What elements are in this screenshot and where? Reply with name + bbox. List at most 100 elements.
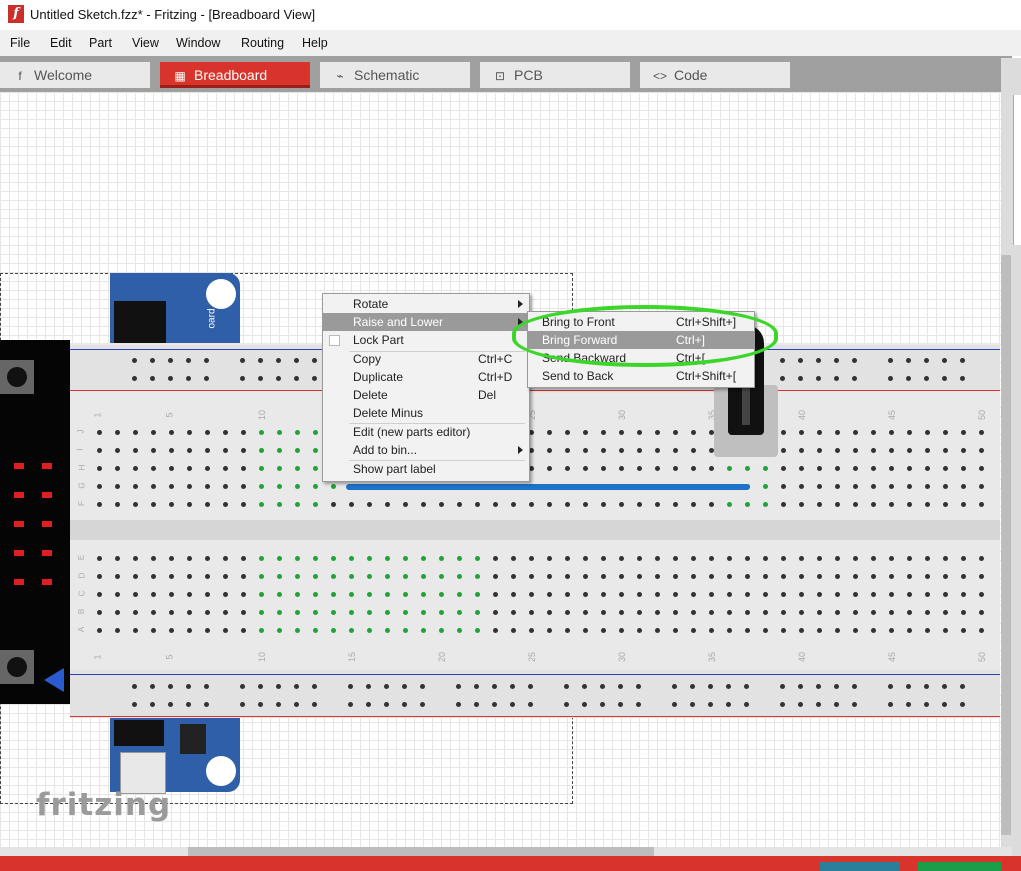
breadboard-hole bbox=[709, 502, 714, 507]
breadboard-hole bbox=[943, 628, 948, 633]
breadboard-hole bbox=[745, 556, 750, 561]
menu-rotate[interactable]: Rotate bbox=[323, 295, 529, 313]
breadboard-hole bbox=[277, 556, 282, 561]
menu-copy[interactable]: Copy Ctrl+C bbox=[323, 350, 529, 368]
breadboard-hole bbox=[798, 358, 803, 363]
breadboard-hole bbox=[151, 556, 156, 561]
menu-duplicate[interactable]: Duplicate Ctrl+D bbox=[323, 368, 529, 386]
breadboard-hole bbox=[186, 684, 191, 689]
breadboard-hole bbox=[204, 358, 209, 363]
breadboard-hole bbox=[943, 574, 948, 579]
menu-copy-label: Copy bbox=[353, 352, 382, 366]
row-letter-label: J bbox=[76, 429, 86, 434]
row-letter-label: F bbox=[76, 501, 86, 506]
breadboard-hole bbox=[564, 684, 569, 689]
breadboard-hole bbox=[367, 556, 372, 561]
breadboard-hole bbox=[798, 376, 803, 381]
breadboard-hole bbox=[871, 628, 876, 633]
menu-routing[interactable]: Routing bbox=[241, 36, 284, 50]
menu-edit-parts-editor[interactable]: Edit (new parts editor) bbox=[323, 423, 529, 441]
breadboard-hole bbox=[888, 358, 893, 363]
module-capacitor bbox=[180, 724, 206, 754]
breadboard-hole bbox=[601, 430, 606, 435]
breadboard-hole bbox=[205, 448, 210, 453]
inspector-edge bbox=[1013, 95, 1021, 245]
breadboard-hole bbox=[637, 502, 642, 507]
breadboard-hole bbox=[187, 484, 192, 489]
breadboard-hole bbox=[834, 702, 839, 707]
fritzing-app-icon: f bbox=[8, 5, 24, 23]
menu-help[interactable]: Help bbox=[302, 36, 328, 50]
breadboard-hole bbox=[115, 466, 120, 471]
breadboard-hole bbox=[817, 628, 822, 633]
breadboard-hole bbox=[276, 684, 281, 689]
breadboard-hole bbox=[601, 466, 606, 471]
breadboard-hole bbox=[331, 592, 336, 597]
breadboard-hole bbox=[402, 684, 407, 689]
blue-module-bottom[interactable] bbox=[110, 718, 240, 794]
breadboard-hole bbox=[817, 484, 822, 489]
breadboard-hole bbox=[583, 574, 588, 579]
breadboard-hole bbox=[943, 610, 948, 615]
breadboard-hole bbox=[457, 574, 462, 579]
menu-lock-part[interactable]: Lock Part bbox=[323, 331, 529, 349]
resistor-icon: ⌁ bbox=[336, 69, 344, 83]
share-button[interactable] bbox=[918, 862, 1001, 871]
blue-module-top[interactable]: oard bbox=[110, 273, 240, 345]
breadboard-hole bbox=[835, 610, 840, 615]
breadboard-hole bbox=[295, 466, 300, 471]
menu-view[interactable]: View bbox=[132, 36, 159, 50]
breadboard-hole bbox=[133, 556, 138, 561]
zoom-control-button[interactable] bbox=[820, 862, 900, 871]
breadboard-hole bbox=[133, 592, 138, 597]
breadboard-hole bbox=[709, 466, 714, 471]
breadboard-hole bbox=[97, 592, 102, 597]
breadboard-hole bbox=[871, 430, 876, 435]
menu-send-to-back[interactable]: Send to Back Ctrl+Shift+[ bbox=[528, 367, 754, 385]
menu-raise-and-lower[interactable]: Raise and Lower bbox=[323, 313, 529, 331]
breadboard-hole bbox=[457, 610, 462, 615]
breadboard-hole bbox=[528, 702, 533, 707]
breadboard-icon: ▦ bbox=[174, 69, 186, 83]
breadboard-hole bbox=[277, 574, 282, 579]
menu-edit[interactable]: Edit bbox=[50, 36, 72, 50]
menu-delete[interactable]: Delete Del bbox=[323, 386, 529, 404]
blue-wire[interactable] bbox=[346, 484, 750, 490]
menu-add-to-bin[interactable]: Add to bin... bbox=[323, 441, 529, 459]
breadboard-hole bbox=[889, 448, 894, 453]
tab-schematic[interactable]: ⌁ Schematic bbox=[320, 62, 470, 88]
column-number-label: 45 bbox=[887, 409, 898, 421]
tab-pcb[interactable]: ⊡ PCB bbox=[480, 62, 630, 88]
breadboard-hole bbox=[961, 574, 966, 579]
breadboard-hole bbox=[259, 574, 264, 579]
tab-code[interactable]: <> Code bbox=[640, 62, 790, 88]
breadboard-hole bbox=[565, 502, 570, 507]
breadboard-hole bbox=[241, 628, 246, 633]
menu-part[interactable]: Part bbox=[89, 36, 112, 50]
breadboard-hole bbox=[637, 448, 642, 453]
breadboard-hole bbox=[529, 556, 534, 561]
breadboard-hole bbox=[421, 592, 426, 597]
breadboard-hole bbox=[97, 466, 102, 471]
vertical-scrollbar[interactable] bbox=[1001, 255, 1011, 835]
breadboard-hole bbox=[691, 628, 696, 633]
breadboard-hole bbox=[889, 628, 894, 633]
breadboard-hole bbox=[691, 592, 696, 597]
horizontal-scrollbar-thumb[interactable] bbox=[188, 847, 654, 856]
breadboard-hole bbox=[132, 358, 137, 363]
breadboard-hole bbox=[673, 430, 678, 435]
menu-show-part-label[interactable]: Show part label bbox=[323, 460, 529, 478]
menu-window[interactable]: Window bbox=[176, 36, 220, 50]
breadboard-hole bbox=[763, 610, 768, 615]
breadboard-hole bbox=[403, 502, 408, 507]
menu-file[interactable]: File bbox=[10, 36, 30, 50]
tab-welcome[interactable]: f Welcome bbox=[0, 62, 150, 88]
breadboard-hole bbox=[420, 702, 425, 707]
breadboard-hole bbox=[259, 592, 264, 597]
context-menu: Rotate Raise and Lower Lock Part Copy Ct… bbox=[322, 293, 530, 482]
breadboard-hole bbox=[727, 628, 732, 633]
menu-delete-minus[interactable]: Delete Minus bbox=[323, 404, 529, 422]
breadboard-hole bbox=[151, 628, 156, 633]
tab-breadboard[interactable]: ▦ Breadboard bbox=[160, 62, 310, 88]
breadboard-hole bbox=[547, 592, 552, 597]
